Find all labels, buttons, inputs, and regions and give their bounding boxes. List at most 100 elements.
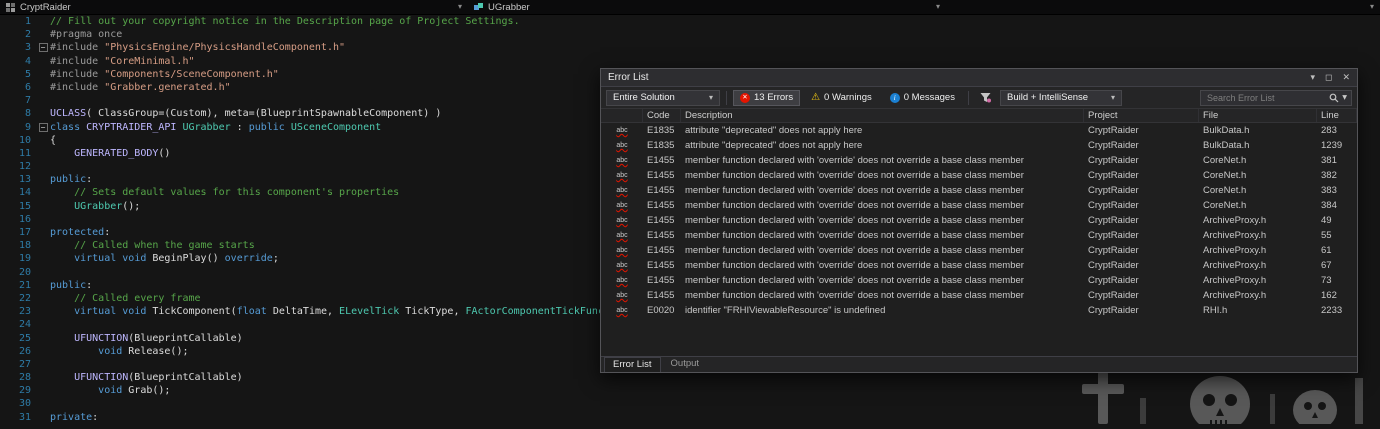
code-text: public:	[50, 174, 93, 186]
error-line: 73	[1321, 275, 1332, 286]
warnings-filter-button[interactable]: ⚠ 0 Warnings	[804, 90, 879, 106]
column-header-line[interactable]: Line	[1317, 109, 1357, 122]
chevron-down-icon: ▾	[935, 2, 940, 11]
error-row[interactable]: abc E1455 member function declared with 'o…	[601, 228, 1357, 243]
error-line: 67	[1321, 260, 1332, 271]
column-header-description[interactable]: Description	[681, 109, 1084, 122]
error-description: member function declared with 'override'…	[685, 200, 1024, 211]
error-row[interactable]: abc E1455 member function declared with 'o…	[601, 198, 1357, 213]
error-description: member function declared with 'override'…	[685, 230, 1024, 241]
code-text: #include "Components/SceneComponent.h"	[50, 68, 279, 80]
filter-button[interactable]	[975, 90, 996, 106]
maximize-icon[interactable]: ◻	[1325, 72, 1332, 83]
warning-icon: ⚠	[811, 91, 821, 103]
code-text: void Grab();	[98, 385, 171, 397]
code-line[interactable]: 4 #include "CoreMinimal.h"	[0, 55, 1380, 68]
nav-project-dropdown[interactable]: CryptRaider ▾	[0, 0, 468, 14]
code-text: #include "Grabber.generated.h"	[50, 81, 231, 93]
code-line[interactable]: 2 #pragma once	[0, 28, 1380, 41]
nav-member-dropdown[interactable]: ▾	[946, 0, 1380, 14]
line-number: 1	[24, 16, 31, 27]
fold-marker-icon[interactable]: −	[36, 121, 50, 134]
nav-type-dropdown[interactable]: UGrabber ▾	[468, 0, 946, 14]
error-line: 162	[1321, 290, 1337, 301]
line-number: 24	[18, 319, 31, 331]
intellisense-error-icon: abc	[616, 127, 628, 134]
scope-dropdown[interactable]: Entire Solution ▾	[606, 89, 720, 106]
error-project: CryptRaider	[1088, 185, 1139, 196]
messages-filter-button[interactable]: i 0 Messages	[883, 90, 962, 106]
code-text: #pragma once	[50, 29, 123, 41]
code-line[interactable]: 3− #include "PhysicsEngine/PhysicsHandleC…	[0, 41, 1380, 54]
chevron-down-icon: ▾	[708, 93, 713, 102]
window-position-icon[interactable]: ▾	[1310, 72, 1315, 83]
code-text: void Release();	[98, 345, 189, 357]
error-row[interactable]: abc E1455 member function declared with 'o…	[601, 288, 1357, 303]
line-number: 15	[18, 200, 31, 212]
error-code: E1455	[647, 155, 675, 166]
panel-title: Error List	[608, 72, 649, 83]
error-file: ArchiveProxy.h	[1203, 260, 1267, 271]
error-file: CoreNet.h	[1203, 155, 1247, 166]
error-project: CryptRaider	[1088, 200, 1139, 211]
code-line[interactable]: 1 // Fill out your copyright notice in th…	[0, 15, 1380, 28]
error-row[interactable]: abc E1455 member function declared with 'o…	[601, 183, 1357, 198]
line-number: 2	[24, 29, 31, 41]
line-number: 3	[24, 42, 31, 54]
code-text: // Sets default values for this componen…	[74, 187, 400, 199]
fold-marker-icon[interactable]: −	[36, 41, 50, 54]
error-line: 1239	[1321, 140, 1343, 151]
error-row[interactable]: abc E1455 member function declared with 'o…	[601, 213, 1357, 228]
error-code: E1455	[647, 230, 675, 241]
error-row[interactable]: abc E1455 member function declared with 'o…	[601, 273, 1357, 288]
error-line: 383	[1321, 185, 1337, 196]
toolbar-separator	[726, 90, 727, 105]
nav-project-label: CryptRaider	[20, 1, 71, 13]
error-line: 49	[1321, 215, 1332, 226]
error-code: E1455	[647, 290, 675, 301]
error-file: BulkData.h	[1203, 140, 1250, 151]
error-list-titlebar[interactable]: Error List ▾ ◻ ✕	[601, 69, 1357, 87]
error-row[interactable]: abc E0020 identifier "FRHIViewableResource…	[601, 303, 1357, 318]
error-row[interactable]: abc E1835 attribute "deprecated" does not …	[601, 138, 1357, 153]
line-number: 11	[18, 147, 31, 159]
chevron-down-icon[interactable]: ▾	[1342, 92, 1347, 103]
close-icon[interactable]: ✕	[1342, 72, 1350, 83]
tab-output[interactable]: Output	[663, 357, 708, 372]
line-number: 12	[18, 161, 31, 173]
column-header-project[interactable]: Project	[1084, 109, 1199, 122]
search-icon[interactable]	[1329, 93, 1339, 103]
intellisense-error-icon: abc	[616, 307, 628, 314]
tab-error-list[interactable]: Error List	[604, 357, 661, 372]
code-text: UCLASS( ClassGroup=(Custom), meta=(Bluep…	[50, 108, 442, 120]
error-row[interactable]: abc E1835 attribute "deprecated" does not …	[601, 123, 1357, 138]
error-row[interactable]: abc E1455 member function declared with 'o…	[601, 168, 1357, 183]
error-row[interactable]: abc E1455 member function declared with 'o…	[601, 153, 1357, 168]
background-artwork	[1070, 368, 1380, 429]
line-number: 4	[24, 55, 31, 67]
errors-filter-button[interactable]: ✕ 13 Errors	[733, 89, 801, 106]
line-number: 8	[24, 108, 31, 120]
error-row[interactable]: abc E1455 member function declared with 'o…	[601, 243, 1357, 258]
error-description: member function declared with 'override'…	[685, 290, 1024, 301]
search-input[interactable]	[1205, 91, 1327, 104]
error-row[interactable]: abc E1455 member function declared with 'o…	[601, 258, 1357, 273]
source-dropdown[interactable]: Build + IntelliSense ▾	[999, 89, 1122, 106]
column-header-code[interactable]: Code	[643, 109, 681, 122]
error-line: 381	[1321, 155, 1337, 166]
error-project: CryptRaider	[1088, 140, 1139, 151]
column-header-icon[interactable]	[601, 109, 643, 122]
column-header-file[interactable]: File	[1199, 109, 1317, 122]
